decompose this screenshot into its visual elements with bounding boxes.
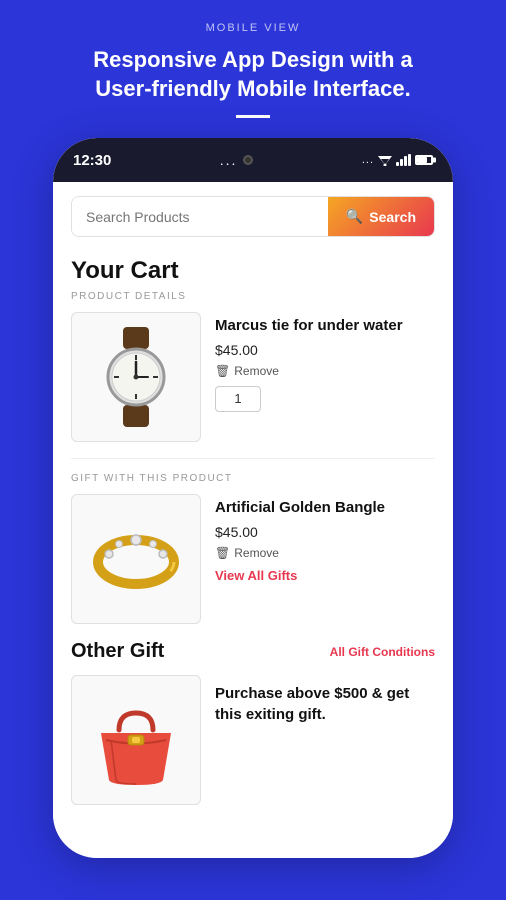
- cart-product-details: Marcus tie for under water $45.00 🗑 Remo…: [215, 312, 435, 442]
- cart-product-name: Marcus tie for under water: [215, 316, 435, 336]
- gift-section-label: GIFT WITH THIS PRODUCT: [71, 473, 435, 484]
- status-time: 12:30: [73, 152, 111, 169]
- view-all-gifts-link[interactable]: View All Gifts: [215, 568, 435, 583]
- bangle-image-box: [71, 494, 201, 624]
- cart-remove-button[interactable]: 🗑 Remove: [215, 364, 435, 378]
- wifi-icon: [378, 154, 392, 166]
- search-icon: 🔍: [346, 208, 363, 225]
- phone-mockup: 12:30 ... ...: [53, 138, 453, 858]
- other-gift-description: Purchase above $500 & get this exiting g…: [215, 679, 435, 725]
- gift-product-details: Artificial Golden Bangle $45.00 🗑 Remove…: [215, 494, 435, 624]
- watch-image-box: [71, 312, 201, 442]
- search-button[interactable]: 🔍 Search: [328, 197, 434, 236]
- notch-area: ...: [220, 152, 254, 168]
- header-label: MOBILE VIEW: [206, 22, 301, 34]
- all-gift-conditions-link[interactable]: All Gift Conditions: [330, 645, 435, 659]
- header-divider: [236, 115, 270, 118]
- cart-product-price: $45.00: [215, 342, 435, 358]
- header-title: Responsive App Design with a User-friend…: [73, 46, 433, 103]
- gift-remove-button[interactable]: 🗑 Remove: [215, 546, 435, 560]
- other-gift-desc-container: Purchase above $500 & get this exiting g…: [215, 675, 435, 805]
- signal-icon: [396, 154, 411, 166]
- more-icons: ...: [362, 154, 374, 166]
- cart-title: Your Cart: [71, 257, 435, 285]
- gift-product-name: Artificial Golden Bangle: [215, 498, 435, 518]
- bag-image: [81, 685, 191, 795]
- cart-product-row: Marcus tie for under water $45.00 🗑 Remo…: [71, 312, 435, 442]
- battery-icon: [415, 155, 433, 165]
- gift-remove-label: Remove: [234, 546, 279, 560]
- status-bar: 12:30 ... ...: [53, 138, 453, 182]
- other-gift-row: Purchase above $500 & get this exiting g…: [71, 675, 435, 805]
- watch-image: [81, 322, 191, 432]
- cart-remove-label: Remove: [234, 364, 279, 378]
- camera-notch: [243, 155, 253, 165]
- trash-icon: 🗑: [215, 364, 230, 378]
- gift-trash-icon: 🗑: [215, 546, 230, 560]
- gift-product-price: $45.00: [215, 524, 435, 540]
- bag-image-box: [71, 675, 201, 805]
- battery-fill: [417, 157, 427, 163]
- search-button-label: Search: [369, 209, 416, 225]
- quantity-input[interactable]: [215, 386, 261, 412]
- search-input[interactable]: [72, 197, 328, 236]
- gift-product-row: Artificial Golden Bangle $45.00 🗑 Remove…: [71, 494, 435, 624]
- other-gift-title: Other Gift: [71, 640, 164, 663]
- product-details-label: PRODUCT DETAILS: [71, 291, 435, 302]
- phone-content: 🔍 Search Your Cart PRODUCT DETAILS: [53, 182, 453, 858]
- search-bar[interactable]: 🔍 Search: [71, 196, 435, 237]
- bangle-image: [81, 504, 191, 614]
- status-icons: ...: [362, 154, 433, 166]
- notch-dots: ...: [220, 152, 238, 168]
- other-gift-header: Other Gift All Gift Conditions: [71, 640, 435, 663]
- section-divider-1: [71, 458, 435, 459]
